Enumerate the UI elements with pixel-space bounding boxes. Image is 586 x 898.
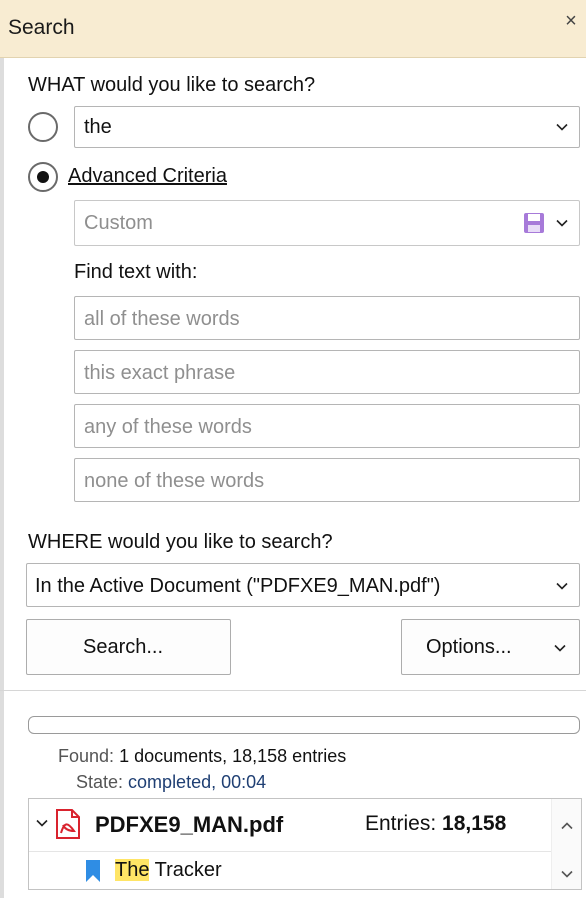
found-status: Found: 1 documents, 18,158 entries bbox=[58, 746, 346, 767]
bookmark-icon bbox=[85, 860, 101, 882]
found-label: Found: bbox=[58, 746, 115, 766]
any-words-placeholder: any of these words bbox=[84, 416, 252, 438]
search-scope-value: In the Active Document ("PDFXE9_MAN.pdf"… bbox=[35, 575, 441, 597]
collapse-arrow-icon[interactable] bbox=[35, 816, 49, 830]
scroll-down-icon[interactable] bbox=[560, 867, 574, 881]
simple-query-combobox[interactable]: the bbox=[74, 106, 580, 148]
advanced-criteria-radio[interactable] bbox=[28, 162, 58, 192]
what-heading: WHAT would you like to search? bbox=[28, 74, 316, 96]
chevron-down-icon[interactable] bbox=[555, 120, 569, 134]
criteria-preset-value: Custom bbox=[84, 212, 153, 234]
section-divider bbox=[0, 690, 586, 691]
simple-search-radio[interactable] bbox=[28, 112, 58, 142]
find-text-heading: Find text with: bbox=[74, 261, 198, 283]
none-words-placeholder: none of these words bbox=[84, 470, 265, 492]
panel-title: Search bbox=[8, 16, 75, 39]
results-scrollbar[interactable] bbox=[551, 799, 581, 889]
pdf-file-icon bbox=[55, 809, 81, 839]
match-highlight: The bbox=[115, 859, 150, 881]
search-button[interactable]: Search... bbox=[26, 619, 231, 675]
simple-query-value: the bbox=[84, 116, 112, 138]
entries-count: Entries: 18,158 bbox=[365, 812, 506, 836]
all-words-input[interactable]: all of these words bbox=[74, 296, 580, 340]
result-hit-text: The Tracker bbox=[115, 859, 222, 882]
state-label: State: bbox=[76, 772, 124, 792]
state-value: completed, 00:04 bbox=[128, 772, 267, 792]
search-button-label: Search... bbox=[83, 636, 164, 658]
state-status: State: completed, 00:04 bbox=[76, 772, 266, 793]
exact-phrase-placeholder: this exact phrase bbox=[84, 362, 236, 384]
chevron-down-icon bbox=[553, 641, 567, 655]
radio-selected-dot bbox=[37, 171, 49, 183]
entries-value: 18,158 bbox=[442, 812, 507, 835]
result-hit-row[interactable]: The Tracker bbox=[29, 851, 551, 889]
none-words-input[interactable]: none of these words bbox=[74, 458, 580, 502]
options-button[interactable]: Options... bbox=[401, 619, 580, 675]
entries-label: Entries: bbox=[365, 812, 437, 835]
results-tree[interactable]: PDFXE9_MAN.pdf Entries: 18,158 The Track… bbox=[28, 798, 582, 890]
panel-left-border bbox=[0, 58, 4, 898]
chevron-down-icon[interactable] bbox=[555, 579, 569, 593]
where-heading: WHERE would you like to search? bbox=[28, 531, 333, 553]
scroll-up-icon[interactable] bbox=[560, 819, 574, 833]
panel-title-bar: Search × bbox=[0, 0, 586, 58]
search-scope-combobox[interactable]: In the Active Document ("PDFXE9_MAN.pdf"… bbox=[26, 563, 580, 607]
options-button-label: Options... bbox=[426, 636, 512, 658]
found-value: 1 documents, 18,158 entries bbox=[119, 746, 347, 766]
chevron-down-icon[interactable] bbox=[555, 216, 569, 230]
advanced-criteria-label[interactable]: Advanced Criteria bbox=[68, 165, 227, 188]
hit-context: Tracker bbox=[149, 859, 222, 881]
search-progress-bar bbox=[28, 716, 580, 734]
result-file-name: PDFXE9_MAN.pdf bbox=[95, 812, 284, 837]
save-icon[interactable] bbox=[523, 212, 545, 234]
any-words-input[interactable]: any of these words bbox=[74, 404, 580, 448]
all-words-placeholder: all of these words bbox=[84, 308, 240, 330]
close-icon[interactable]: × bbox=[562, 10, 580, 33]
exact-phrase-input[interactable]: this exact phrase bbox=[74, 350, 580, 394]
criteria-preset-combobox[interactable]: Custom bbox=[74, 200, 580, 246]
result-file-row[interactable]: PDFXE9_MAN.pdf Entries: 18,158 bbox=[29, 799, 551, 849]
